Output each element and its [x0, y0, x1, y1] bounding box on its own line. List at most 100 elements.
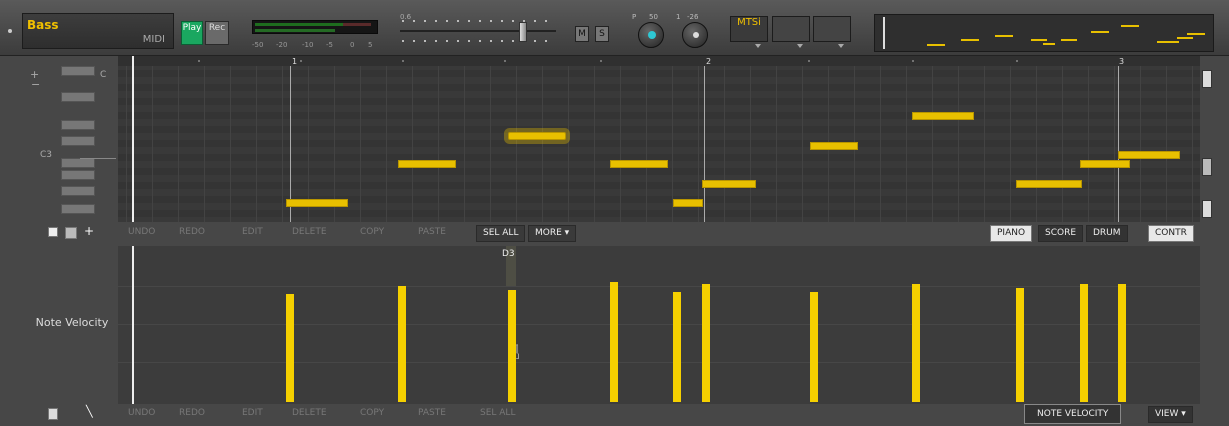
send-knob-value: -26	[687, 13, 699, 21]
volume-fader-track[interactable]	[400, 30, 556, 32]
piano-key[interactable]	[61, 158, 95, 168]
midi-note[interactable]	[286, 199, 348, 207]
velocity-bar[interactable]	[912, 284, 920, 402]
delete-button[interactable]: DELETE	[292, 408, 327, 418]
more-button[interactable]: MORE ▾	[528, 225, 577, 242]
delete-button[interactable]: DELETE	[292, 227, 327, 237]
pan-knob[interactable]	[638, 22, 664, 48]
view-menu-button[interactable]: VIEW ▾	[1148, 406, 1193, 423]
copy-button[interactable]: COPY	[360, 408, 384, 418]
velocity-bar[interactable]	[673, 292, 681, 402]
instrument-slot[interactable]: MTSi	[730, 16, 768, 42]
velocity-bar[interactable]	[1118, 284, 1126, 402]
mute-button[interactable]: M	[575, 26, 589, 42]
midi-note[interactable]	[673, 199, 703, 207]
meter-tick: -10	[302, 41, 314, 49]
paste-button[interactable]: PASTE	[418, 227, 446, 237]
insert-slot-3[interactable]	[813, 16, 851, 42]
piano-key[interactable]	[61, 66, 95, 76]
velocity-bar[interactable]	[398, 286, 406, 402]
copy-button[interactable]: COPY	[360, 227, 384, 237]
select-tool-icon[interactable]	[48, 408, 58, 420]
score-view-button[interactable]: SCORE	[1038, 225, 1084, 242]
midi-note[interactable]	[610, 160, 668, 168]
record-button[interactable]: Rec	[205, 21, 229, 45]
send-knob[interactable]	[682, 22, 708, 48]
pan-knob-letter: P	[632, 13, 637, 21]
velocity-bar[interactable]	[1016, 288, 1024, 402]
piano-keyboard[interactable]: + − C C3	[28, 56, 116, 222]
midi-note[interactable]	[1080, 160, 1130, 168]
meter-tick: 5	[368, 41, 373, 49]
edit-button[interactable]: EDIT	[242, 408, 263, 418]
drum-view-button[interactable]: DRUM	[1086, 225, 1128, 242]
scroll-down-button[interactable]	[1202, 200, 1212, 218]
meter-tick: 0	[350, 41, 355, 49]
chevron-down-icon[interactable]	[797, 44, 803, 48]
meter-tick: -20	[276, 41, 288, 49]
level-meter	[252, 20, 378, 34]
grid-tool-icon[interactable]	[65, 227, 77, 239]
chevron-down-icon[interactable]	[755, 44, 761, 48]
solo-button[interactable]: S	[595, 26, 609, 42]
note-grid[interactable]: 1 2 3	[118, 56, 1200, 222]
paste-button[interactable]: PASTE	[418, 408, 446, 418]
velocity-bar[interactable]	[508, 290, 516, 402]
midi-note[interactable]	[810, 142, 858, 150]
undo-button[interactable]: UNDO	[128, 408, 155, 418]
select-all-button[interactable]: SEL ALL	[480, 408, 515, 418]
velocity-bar[interactable]	[286, 294, 294, 402]
pan-knob-value: 50	[649, 13, 658, 21]
redo-button[interactable]: REDO	[179, 408, 205, 418]
piano-key[interactable]	[61, 136, 95, 146]
zoom-out-icon[interactable]: −	[31, 78, 40, 91]
controller-toolbar: ╲ UNDO REDO EDIT DELETE COPY PASTE SEL A…	[28, 404, 1214, 426]
pencil-tool-icon[interactable]: ╲	[86, 405, 93, 418]
redo-button[interactable]: REDO	[179, 227, 205, 237]
insert-slot-2[interactable]	[772, 16, 810, 42]
track-header: Bass MIDI Play Rec -50 -20 -10 -5 0 5 0.…	[0, 0, 1229, 56]
midi-note[interactable]	[1016, 180, 1082, 188]
midi-editor: Bass MIDI Play Rec -50 -20 -10 -5 0 5 0.…	[0, 0, 1229, 426]
piano-key[interactable]	[61, 204, 95, 214]
midi-note[interactable]	[1118, 151, 1180, 159]
controller-view-button[interactable]: CONTR	[1148, 225, 1194, 242]
view-label: VIEW	[1155, 409, 1179, 419]
clip-overview[interactable]	[874, 14, 1214, 52]
edit-button[interactable]: EDIT	[242, 227, 263, 237]
velocity-grid[interactable]: D3 ☝	[118, 246, 1200, 404]
vertical-scrollbar[interactable]	[1202, 66, 1212, 222]
velocity-bar[interactable]	[810, 292, 818, 402]
playhead[interactable]	[132, 56, 134, 222]
piano-key[interactable]	[61, 92, 95, 102]
volume-fader-handle[interactable]	[519, 22, 527, 42]
piano-view-button[interactable]: PIANO	[990, 225, 1033, 242]
timeline-ruler[interactable]: 1 2 3	[118, 56, 1200, 66]
velocity-bar[interactable]	[702, 284, 710, 402]
midi-note[interactable]	[702, 180, 756, 188]
velocity-bar[interactable]	[1080, 284, 1088, 402]
track-name-box[interactable]: Bass MIDI	[22, 13, 174, 49]
undo-button[interactable]: UNDO	[128, 227, 155, 237]
select-all-button[interactable]: SEL ALL	[476, 225, 526, 242]
selected-midi-note[interactable]	[508, 132, 566, 140]
track-type: MIDI	[142, 34, 165, 45]
controller-label: Note Velocity	[35, 316, 109, 329]
add-icon[interactable]: +	[84, 224, 94, 238]
select-tool-icon[interactable]	[48, 227, 58, 237]
chevron-down-icon: ▾	[564, 228, 570, 238]
scroll-up-button[interactable]	[1202, 70, 1212, 88]
key-label-c3: C3	[40, 150, 53, 160]
scroll-thumb[interactable]	[1202, 158, 1212, 176]
midi-note[interactable]	[912, 112, 974, 120]
track-collapse-dot[interactable]	[8, 29, 12, 33]
piano-key[interactable]	[61, 120, 95, 130]
chevron-down-icon[interactable]	[838, 44, 844, 48]
piano-key[interactable]	[61, 186, 95, 196]
piano-key[interactable]	[61, 170, 95, 180]
piano-roll: + − C C3 1 2 3	[28, 56, 1214, 222]
play-button[interactable]: Play	[181, 21, 203, 45]
controller-type-selector[interactable]: NOTE VELOCITY	[1024, 404, 1122, 424]
midi-note[interactable]	[398, 160, 456, 168]
velocity-bar[interactable]	[610, 282, 618, 402]
